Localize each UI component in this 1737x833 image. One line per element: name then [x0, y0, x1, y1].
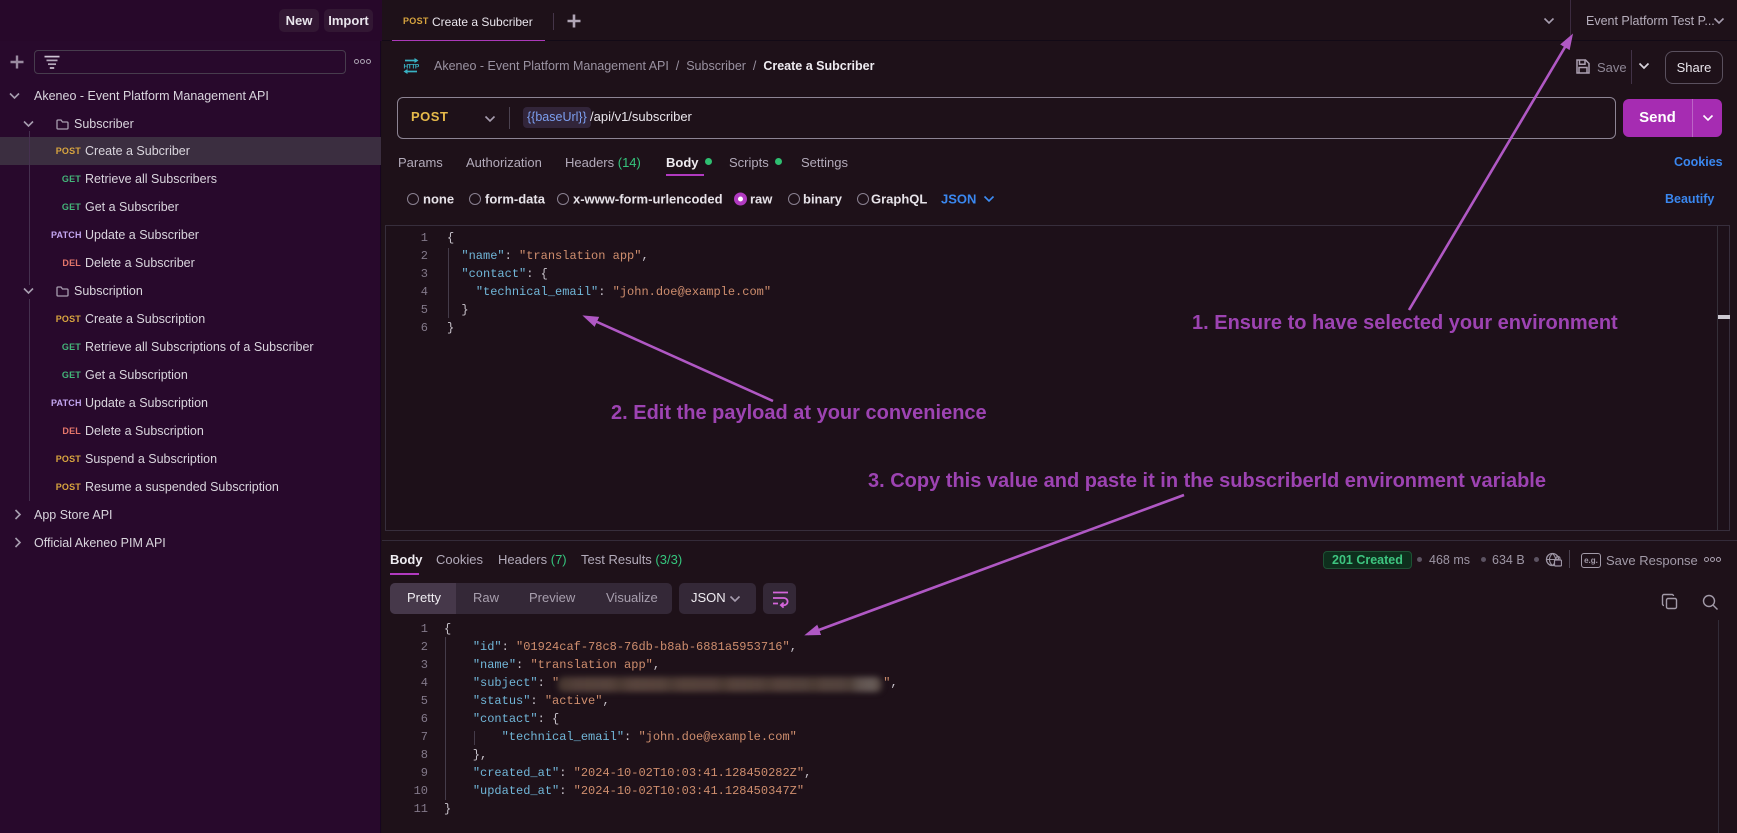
svg-text:HTTP: HTTP	[404, 64, 420, 71]
